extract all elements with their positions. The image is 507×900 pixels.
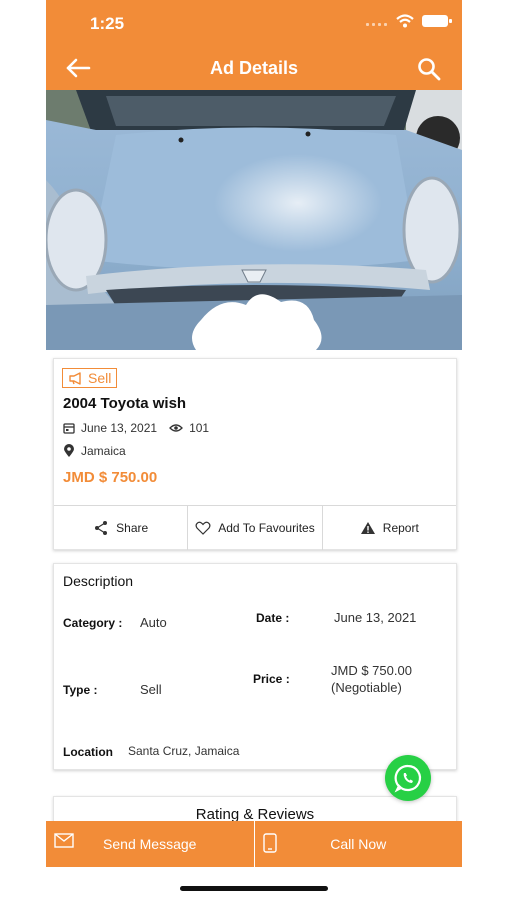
status-icons [366, 14, 452, 28]
send-message-label: Send Message [103, 836, 197, 852]
type-value: Sell [140, 682, 162, 697]
warning-icon [360, 522, 375, 534]
sell-badge: Sell [62, 368, 118, 388]
call-now-label: Call Now [330, 836, 387, 852]
car-photo-illustration [46, 90, 462, 350]
share-icon [95, 521, 108, 535]
megaphone-icon [69, 371, 81, 385]
location-label: Location [63, 745, 113, 759]
bottom-action-bar: Send Message Call Now [46, 821, 462, 867]
type-label: Type : [63, 683, 98, 697]
home-indicator [180, 886, 328, 891]
ad-actions: Share Add To Favourites Report [54, 505, 456, 550]
ad-photo[interactable] [46, 90, 462, 350]
app-header: 1:25 Ad Details [46, 0, 462, 90]
description-title: Description [63, 573, 134, 589]
heart-icon [195, 521, 211, 535]
ad-views: 101 [189, 421, 210, 435]
sell-badge-label: Sell [88, 370, 112, 386]
category-value: Auto [140, 615, 167, 630]
add-to-favourites-button[interactable]: Add To Favourites [188, 506, 323, 550]
ad-price: JMD $ 750.00 [63, 469, 158, 486]
favourite-label: Add To Favourites [218, 521, 315, 535]
price-label: Price : [253, 672, 290, 686]
share-label: Share [116, 521, 149, 535]
eye-icon [169, 424, 183, 432]
category-label: Category : [63, 616, 123, 630]
search-icon[interactable] [416, 56, 442, 82]
ad-date: June 13, 2021 [81, 421, 158, 435]
page-title: Ad Details [209, 58, 299, 78]
whatsapp-button[interactable] [385, 755, 431, 801]
share-button[interactable]: Share [54, 506, 189, 550]
call-now-button[interactable]: Call Now [253, 821, 463, 867]
mail-icon [54, 833, 74, 848]
ad-title: 2004 Toyota wish [63, 395, 187, 412]
location-value: Santa Cruz, Jamaica [128, 744, 240, 758]
date-label: Date : [256, 611, 290, 625]
ad-meta: June 13, 2021 101 [63, 421, 209, 435]
ad-location-row: Jamaica [63, 444, 126, 458]
description-card: Description Category : Auto Date : June … [53, 563, 457, 770]
whatsapp-icon [394, 764, 422, 793]
calendar-icon [63, 423, 75, 434]
battery-icon [422, 15, 452, 27]
ad-summary-card: Sell 2004 Toyota wish June 13, 2021 101 … [53, 358, 457, 550]
ad-location: Jamaica [81, 444, 126, 458]
price-value: JMD $ 750.00 [331, 663, 412, 678]
signal-icon [366, 16, 388, 26]
price-note: (Negotiable) [331, 680, 402, 695]
status-time: 1:25 [90, 14, 125, 33]
location-pin-icon [64, 444, 74, 457]
phone-icon [262, 833, 277, 853]
date-value: June 13, 2021 [334, 610, 417, 625]
report-button[interactable]: Report [323, 506, 456, 550]
send-message-button[interactable]: Send Message [46, 821, 254, 867]
wifi-icon [396, 14, 414, 28]
report-label: Report [382, 521, 419, 535]
